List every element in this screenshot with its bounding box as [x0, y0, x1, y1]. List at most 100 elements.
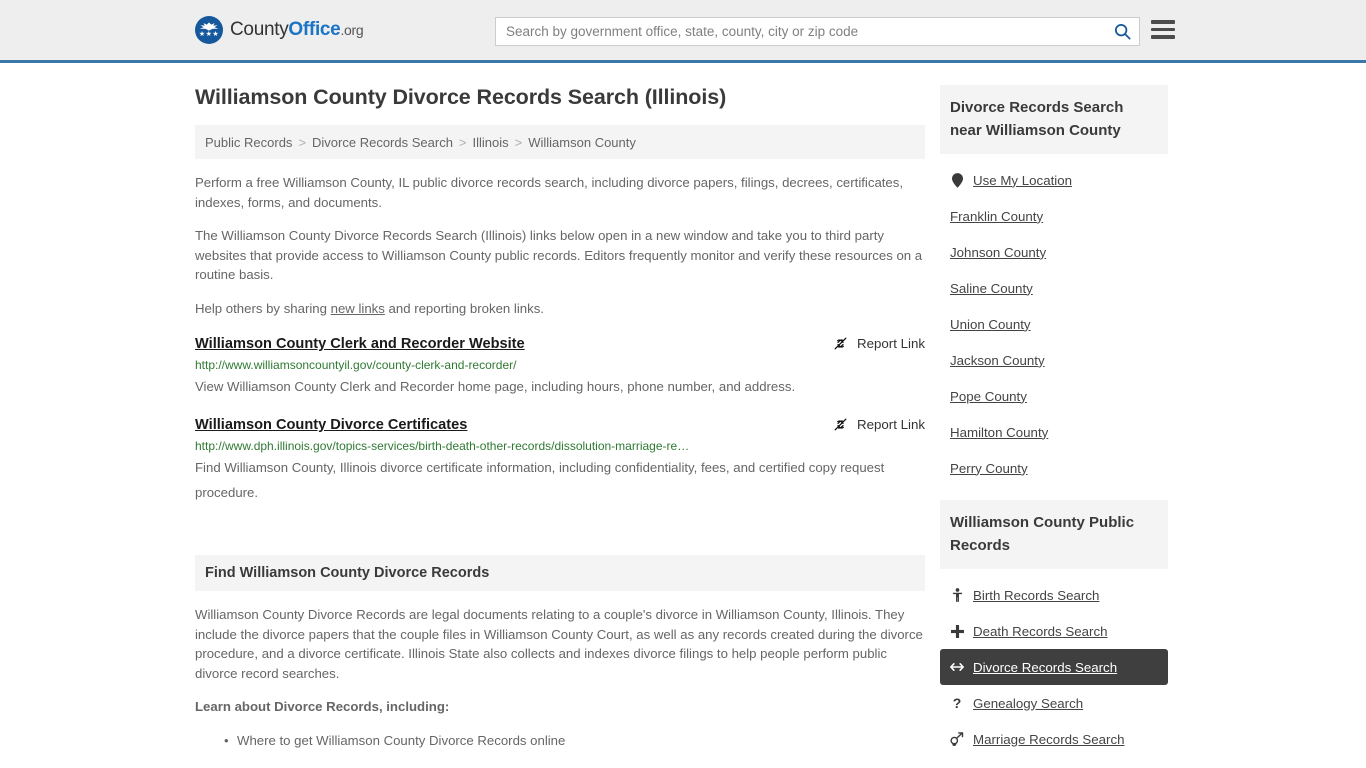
breadcrumb-item-divorce-records-search[interactable]: Divorce Records Search [312, 135, 453, 150]
search-input[interactable] [496, 18, 1105, 45]
help-prefix: Help others by sharing [195, 300, 331, 316]
breadcrumb-separator: > [514, 134, 523, 150]
learn-about-label: Learn about Divorce Records, including: [195, 699, 450, 714]
map-pin-glyph [951, 172, 963, 188]
public-records-heading: Williamson County Public Records [940, 500, 1168, 569]
main-content: Williamson County Divorce Records Search… [195, 85, 925, 751]
sidebar-item-label: Hamilton County [950, 424, 1049, 440]
nearby-searches-card: Divorce Records Search near Williamson C… [940, 85, 1168, 486]
map-pin-icon [950, 172, 964, 188]
sidebar-item-label: Pope County [950, 388, 1027, 404]
unlink-icon [834, 337, 847, 350]
report-link-button[interactable]: Report Link [833, 334, 925, 351]
sidebar: Divorce Records Search near Williamson C… [940, 85, 1168, 768]
sidebar-item-label: Divorce Records Search [973, 659, 1118, 675]
sidebar-item-label: Saline County [950, 280, 1033, 296]
mars-venus-icon [950, 732, 964, 746]
public-records-card: Williamson County Public Records Birth R… [940, 500, 1168, 757]
sidebar-item-perry-county[interactable]: Perry County [940, 450, 1168, 486]
baby-glyph [952, 588, 962, 602]
result-title-link[interactable]: Williamson County Divorce Certificates [195, 415, 467, 435]
hamburger-bar [1151, 20, 1175, 24]
baby-icon [950, 588, 964, 602]
cross-glyph [950, 624, 964, 638]
result-item: Williamson County Divorce Certificates R… [195, 415, 925, 505]
sidebar-item-label: Jackson County [950, 352, 1045, 368]
result-url: http://www.dph.illinois.gov/topics-servi… [195, 439, 690, 453]
search-bar[interactable] [495, 17, 1140, 46]
sidebar-item-johnson-county[interactable]: Johnson County [940, 234, 1168, 270]
sidebar-item-franklin-county[interactable]: Franklin County [940, 198, 1168, 234]
sidebar-item-label: Genealogy Search [973, 695, 1084, 711]
report-link-button[interactable]: Report Link [833, 415, 925, 432]
arrows-left-right-icon [950, 661, 964, 673]
sidebar-item-genealogy-search[interactable]: ? Genealogy Search [940, 685, 1168, 721]
logo-wordmark: CountyOffice.org [230, 19, 364, 41]
sidebar-item-use-my-location[interactable]: Use My Location [940, 162, 1168, 198]
sidebar-item-hamilton-county[interactable]: Hamilton County [940, 414, 1168, 450]
site-logo[interactable]: ★★★ CountyOffice.org [195, 16, 364, 44]
section-heading: Find Williamson County Divorce Records [195, 555, 925, 591]
sidebar-item-label: Death Records Search [973, 623, 1108, 639]
intro-paragraph-1: Perform a free Williamson County, IL pub… [195, 175, 904, 210]
sidebar-item-death-records-search[interactable]: Death Records Search [940, 613, 1168, 649]
section-body: Williamson County Divorce Records are le… [195, 591, 925, 751]
search-button[interactable] [1105, 18, 1139, 45]
sidebar-item-label: Marriage Records Search [973, 731, 1125, 747]
breadcrumb-separator: > [298, 134, 307, 150]
sidebar-item-jackson-county[interactable]: Jackson County [940, 342, 1168, 378]
breadcrumb-item-illinois[interactable]: Illinois [473, 135, 509, 150]
site-header: ★★★ CountyOffice.org [0, 0, 1366, 63]
breadcrumb-separator: > [458, 134, 467, 150]
new-links-link[interactable]: new links [331, 301, 385, 316]
breadcrumb-item-public-records[interactable]: Public Records [205, 135, 292, 150]
sidebar-item-label: Birth Records Search [973, 587, 1100, 603]
public-records-list: Birth Records Search Death Records Searc… [940, 569, 1168, 757]
stars-icon: ★★★ [198, 31, 220, 38]
report-link-label: Report Link [857, 417, 925, 432]
search-icon [1114, 23, 1131, 40]
learn-bullet-list: Where to get Williamson County Divorce R… [195, 731, 925, 751]
sidebar-item-saline-county[interactable]: Saline County [940, 270, 1168, 306]
breadcrumb-item-williamson-county[interactable]: Williamson County [528, 135, 636, 150]
sidebar-item-label: Franklin County [950, 208, 1044, 224]
breadcrumb: Public Records > Divorce Records Search … [195, 125, 925, 159]
list-item: Where to get Williamson County Divorce R… [224, 731, 925, 751]
sidebar-item-label: Johnson County [950, 244, 1047, 260]
result-description: View Williamson County Clerk and Recorde… [195, 379, 796, 394]
intro-paragraph-2: The Williamson County Divorce Records Se… [195, 228, 923, 282]
result-url: http://www.williamsoncountyil.gov/county… [195, 358, 517, 372]
help-suffix: and reporting broken links. [384, 300, 544, 316]
sidebar-item-label: Union County [950, 316, 1031, 332]
sidebar-item-union-county[interactable]: Union County [940, 306, 1168, 342]
countyoffice-logo-icon: ★★★ [195, 16, 223, 44]
section-paragraph: Williamson County Divorce Records are le… [195, 607, 923, 681]
result-item: Williamson County Clerk and Recorder Web… [195, 334, 925, 399]
hamburger-bar [1151, 35, 1175, 39]
help-paragraph: Help others by sharing new links and rep… [195, 299, 925, 319]
result-header: Williamson County Clerk and Recorder Web… [195, 334, 925, 354]
result-title-link[interactable]: Williamson County Clerk and Recorder Web… [195, 334, 525, 354]
sidebar-item-marriage-records-search[interactable]: Marriage Records Search [940, 721, 1168, 757]
mars-venus-glyph [950, 732, 964, 746]
sidebar-item-divorce-records-search[interactable]: Divorce Records Search [940, 649, 1168, 685]
unlink-icon [834, 418, 847, 431]
nearby-searches-heading: Divorce Records Search near Williamson C… [940, 85, 1168, 154]
nearby-searches-list: Use My Location Franklin County Johnson … [940, 154, 1168, 486]
page-title: Williamson County Divorce Records Search… [195, 85, 727, 109]
logo-text-office: Office [288, 19, 341, 40]
sidebar-item-pope-county[interactable]: Pope County [940, 378, 1168, 414]
eagle-icon [199, 22, 219, 31]
sidebar-item-label: Use My Location [973, 172, 1073, 188]
result-description: Find Williamson County, Illinois divorce… [195, 460, 885, 500]
cross-icon [950, 624, 964, 638]
logo-text-org: .org [340, 22, 364, 38]
hamburger-bar [1151, 27, 1175, 31]
sidebar-item-birth-records-search[interactable]: Birth Records Search [940, 577, 1168, 613]
arrows-left-right-glyph [950, 663, 964, 671]
result-header: Williamson County Divorce Certificates R… [195, 415, 925, 435]
menu-button[interactable] [1151, 20, 1175, 39]
sidebar-item-label: Perry County [950, 460, 1028, 476]
logo-text-county: County [230, 19, 289, 40]
report-link-label: Report Link [857, 336, 925, 351]
